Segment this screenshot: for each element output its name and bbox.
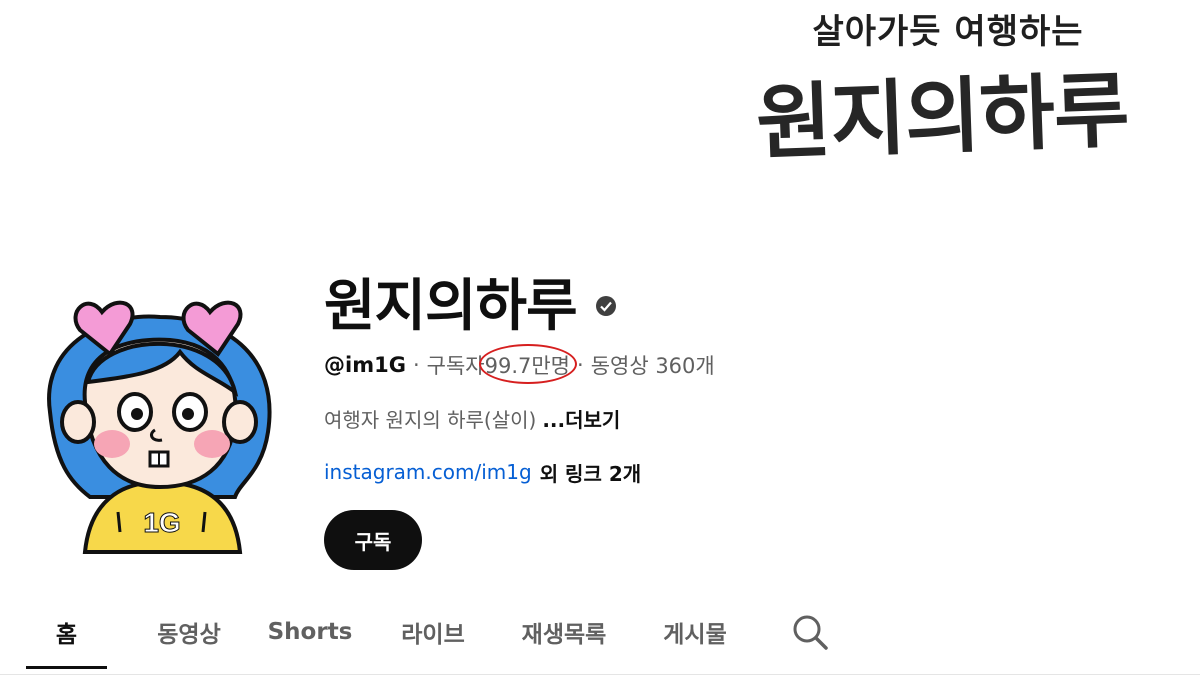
video-count: 동영상 360개 [590,354,715,378]
channel-links: instagram.com/im1g 외 링크 2개 [324,457,641,487]
highlight-circle [478,344,577,384]
channel-avatar[interactable]: 1G [30,282,290,562]
banner-title: 원지의하루 [754,63,1130,172]
channel-name: 원지의하루 [324,273,578,339]
channel-meta: @im1G · 구독자 99.7만명 · 동영상 360개 [324,344,715,384]
channel-info: 원지의하루 [324,262,617,340]
channel-tabs: 홈 동영상 Shorts 라이브 재생목록 게시물 [0,596,1200,675]
search-icon[interactable] [787,612,833,652]
channel-handle: @im1G [324,353,406,377]
channel-title-row: 원지의하루 [324,262,617,340]
instagram-link[interactable]: instagram.com/im1g [324,460,532,484]
more-button[interactable]: ...더보기 [542,404,620,433]
more-links-button[interactable]: 외 링크 2개 [540,458,641,487]
verified-check-icon [595,295,617,317]
tab-playlists[interactable]: 재생목록 [507,596,621,668]
description-text: 여행자 원지의 하루(살이) [324,407,537,432]
channel-description[interactable]: 여행자 원지의 하루(살이) ...더보기 [324,403,620,433]
tab-posts[interactable]: 게시물 [650,596,740,668]
tab-live[interactable]: 라이브 [388,596,478,668]
tab-shorts[interactable]: Shorts [262,596,358,668]
active-tab-indicator [26,666,107,669]
meta-separator: · [577,353,584,377]
meta-separator: · [412,353,420,377]
subscribers-label: 구독자 [426,354,485,378]
subscribe-button[interactable]: 구독 [324,510,422,570]
avatar-illustration: 1G [47,300,272,554]
tab-home[interactable]: 홈 [26,596,107,668]
subscriber-count: 99.7만명 [478,344,577,384]
tab-videos[interactable]: 동영상 [145,596,233,668]
avatar-shirt-text: 1G [143,507,180,538]
channel-banner: 살아가듯 여행하는 원지의하루 [0,0,1200,190]
